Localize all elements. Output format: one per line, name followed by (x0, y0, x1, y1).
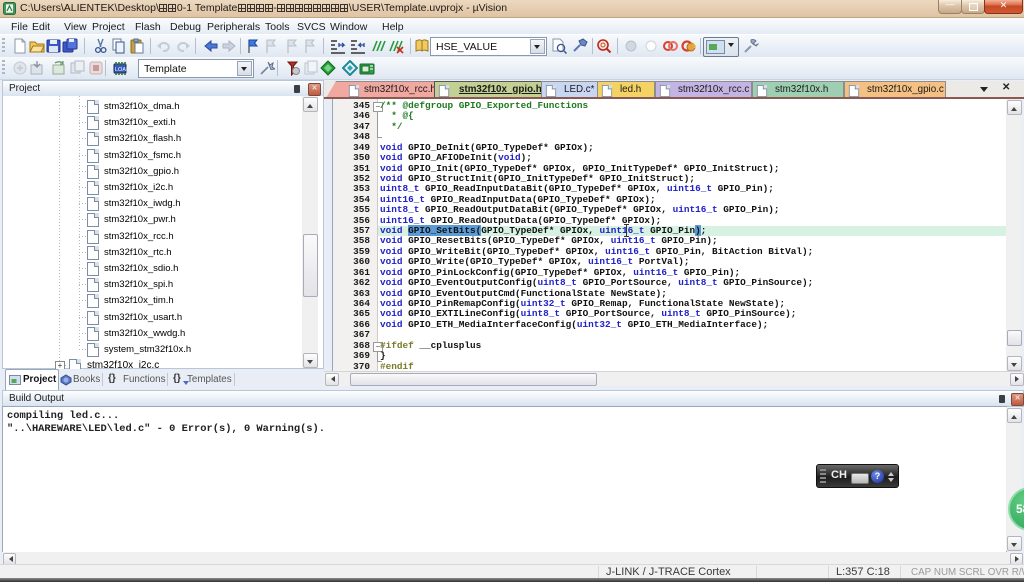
svg-text:LOAD: LOAD (115, 67, 128, 73)
